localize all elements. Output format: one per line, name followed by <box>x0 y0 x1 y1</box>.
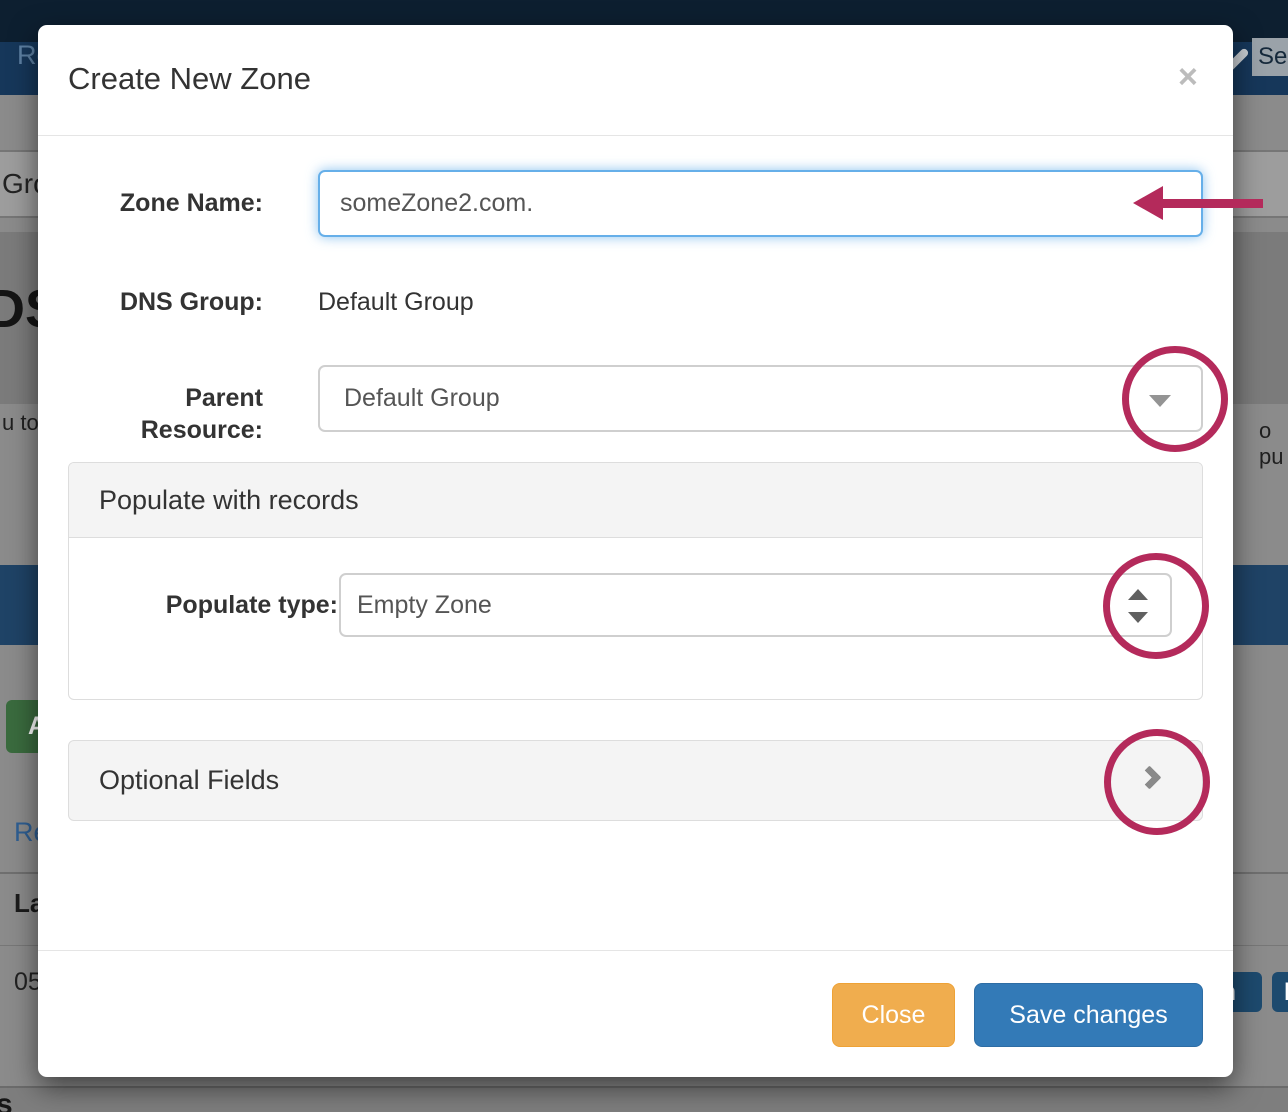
search-input[interactable]: Sea <box>1252 38 1288 76</box>
chevron-down-icon <box>1149 395 1171 407</box>
zone-name-label: Zone Name: <box>58 187 263 219</box>
optional-fields-panel[interactable]: Optional Fields <box>68 740 1203 821</box>
modal-header-divider <box>38 135 1233 136</box>
save-changes-button[interactable]: Save changes <box>974 983 1203 1047</box>
page-paragraph-right: o pu <box>1259 418 1288 470</box>
modal-title: Create New Zone <box>68 61 311 97</box>
close-button[interactable]: Close <box>832 983 955 1047</box>
triangle-up-icon <box>1128 589 1148 600</box>
optional-fields-title: Optional Fields <box>99 765 279 795</box>
row-action-button-2-partial[interactable]: D <box>1272 972 1288 1012</box>
bottom-text-partial: s <box>0 1088 13 1112</box>
dns-group-value: Default Group <box>318 286 474 318</box>
populate-panel-header[interactable]: Populate with records <box>69 463 1202 538</box>
triangle-down-icon <box>1128 612 1148 623</box>
dns-group-label: DNS Group: <box>58 286 263 318</box>
populate-type-value: Empty Zone <box>357 591 492 619</box>
page-bottom-band <box>0 1086 1288 1112</box>
populate-type-select[interactable]: Empty Zone <box>339 573 1172 637</box>
zone-name-input[interactable] <box>318 170 1203 237</box>
close-icon[interactable]: × <box>1178 57 1198 97</box>
chevron-right-icon <box>1137 765 1161 789</box>
parent-resource-dropdown[interactable]: Default Group <box>318 365 1203 432</box>
modal-footer-divider <box>38 950 1233 951</box>
parent-resource-label: Parent Resource: <box>58 382 263 414</box>
page-paragraph-left: u to <box>2 410 39 436</box>
parent-resource-value: Default Group <box>344 384 500 412</box>
create-new-zone-modal: Create New Zone × Zone Name: DNS Group: … <box>38 25 1233 1077</box>
select-spinner-icon <box>1128 589 1150 623</box>
populate-type-label: Populate type: <box>116 589 338 621</box>
